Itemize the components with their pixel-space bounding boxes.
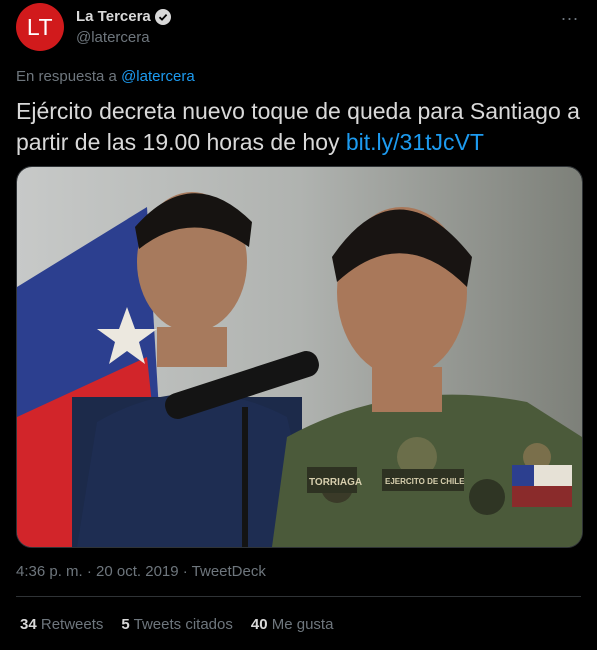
reply-context: En respuesta a @latercera <box>16 68 195 85</box>
display-name[interactable]: La Tercera <box>76 8 151 25</box>
quotes-count: 5 <box>121 616 130 633</box>
tweet-link[interactable]: bit.ly/31tJcVT <box>346 129 484 155</box>
likes-label: Me gusta <box>271 616 334 633</box>
likes-count: 40 <box>250 616 268 633</box>
tweet: LT La Tercera @latercera ... En respuest… <box>0 0 597 650</box>
retweets-label: Retweets <box>40 616 104 633</box>
verified-badge-icon <box>154 8 171 25</box>
tweet-body: Ejército decreta nuevo toque de queda pa… <box>16 98 580 155</box>
tweet-text: Ejército decreta nuevo toque de queda pa… <box>16 96 586 158</box>
tweet-stats: 34 Retweets 5 Tweets citados 40 Me gusta <box>20 616 333 633</box>
reply-prefix: En respuesta a <box>16 68 117 85</box>
avatar[interactable]: LT <box>16 3 64 51</box>
divider <box>16 596 581 597</box>
handle[interactable]: @latercera <box>76 29 150 46</box>
quotes-stat[interactable]: 5 Tweets citados <box>121 616 232 633</box>
tweet-photo[interactable]: TORRIAGA EJERCITO DE CHILE <box>16 166 583 548</box>
more-options-icon[interactable]: ... <box>561 4 579 25</box>
tweet-meta[interactable]: 4:36 p. m. · 20 oct. 2019 · TweetDeck <box>16 563 266 580</box>
author-name-row[interactable]: La Tercera <box>76 8 171 25</box>
retweets-stat[interactable]: 34 Retweets <box>20 616 103 633</box>
likes-stat[interactable]: 40 Me gusta <box>251 616 334 633</box>
photo-illustration: TORRIAGA EJERCITO DE CHILE <box>17 167 582 547</box>
unit-patch: EJERCITO DE CHILE <box>385 477 465 486</box>
retweets-count: 34 <box>20 616 37 633</box>
quotes-label: Tweets citados <box>133 616 233 633</box>
reply-mention-link[interactable]: @latercera <box>121 68 195 85</box>
avatar-initials: LT <box>26 13 54 40</box>
name-patch: TORRIAGA <box>309 477 362 488</box>
